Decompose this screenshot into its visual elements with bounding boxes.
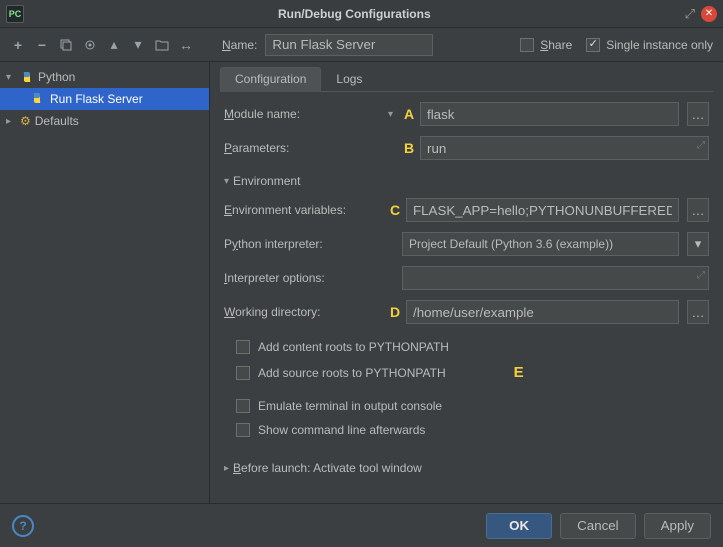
tree-label-run-flask: Run Flask Server (50, 92, 143, 106)
add-source-roots-label: Add source roots to PYTHONPATH (258, 366, 446, 380)
annotation-b: B (402, 140, 416, 156)
annotation-a: A (402, 106, 416, 122)
copy-config-icon[interactable] (58, 37, 74, 53)
module-name-type-dropdown[interactable]: ▾ (388, 109, 398, 120)
tab-logs[interactable]: Logs (321, 67, 377, 92)
environment-section-header[interactable]: ▾ Environment (224, 174, 709, 188)
single-instance-label: Single instance only (606, 38, 713, 52)
tree-node-python[interactable]: Python (0, 66, 209, 88)
annotation-c: C (388, 202, 402, 218)
config-tree: Python Run Flask Server ⚙ Defaults (0, 62, 210, 503)
remove-config-icon[interactable]: − (34, 37, 50, 53)
tree-node-run-flask[interactable]: Run Flask Server (0, 88, 209, 110)
emulate-terminal-checkbox[interactable] (236, 399, 250, 413)
add-content-roots-label: Add content roots to PYTHONPATH (258, 340, 449, 354)
python-interpreter-label: Python interpreter: (224, 237, 398, 251)
config-name-input[interactable] (265, 34, 433, 56)
close-window-icon[interactable]: ✕ (701, 6, 717, 22)
python-interpreter-dropdown-button[interactable]: ▾ (687, 232, 709, 256)
cancel-button[interactable]: Cancel (560, 513, 636, 539)
env-vars-label: Environment variables: (224, 203, 384, 217)
python-icon (20, 70, 34, 84)
help-button[interactable]: ? (12, 515, 34, 537)
app-badge-icon: PC (6, 5, 24, 23)
move-up-icon[interactable]: ▴ (106, 37, 122, 53)
settings-icon[interactable] (82, 37, 98, 53)
name-label: Name: (222, 38, 257, 52)
main-area: Python Run Flask Server ⚙ Defaults Confi… (0, 62, 723, 503)
expand-tree-icon[interactable]: ↔ (178, 37, 194, 53)
interpreter-options-input[interactable] (402, 266, 709, 290)
add-config-icon[interactable]: + (10, 37, 26, 53)
module-name-input[interactable] (420, 102, 679, 126)
toolbar: + − ▴ ▾ ↔ Name: Share Single instance on… (0, 28, 723, 62)
add-content-roots-checkbox[interactable] (236, 340, 250, 354)
parameters-label: Parameters: (224, 141, 384, 155)
emulate-terminal-label: Emulate terminal in output console (258, 399, 442, 413)
module-name-label: Module name: (224, 107, 384, 121)
dialog-footer: ? OK Cancel Apply (0, 503, 723, 547)
folder-icon[interactable] (154, 37, 170, 53)
apply-button[interactable]: Apply (644, 513, 711, 539)
python-interpreter-value: Project Default (Python 3.6 (example)) (409, 237, 613, 251)
config-panel: Configuration Logs Module name: ▾ A … Pa… (210, 62, 723, 503)
gear-icon: ⚙ (20, 114, 31, 128)
working-directory-input[interactable] (406, 300, 679, 324)
working-directory-browse-button[interactable]: … (687, 300, 709, 324)
config-form: Module name: ▾ A … Parameters: B ⤢ ▾ Env… (220, 92, 713, 481)
before-launch-label: Before launch: Activate tool window (233, 461, 422, 475)
tabs: Configuration Logs (220, 66, 713, 92)
env-vars-input[interactable] (406, 198, 679, 222)
tree-node-defaults[interactable]: ⚙ Defaults (0, 110, 209, 132)
tree-label-defaults: Defaults (35, 114, 79, 128)
before-launch-section[interactable]: ▸ Before launch: Activate tool window (224, 461, 709, 475)
python-interpreter-select[interactable]: Project Default (Python 3.6 (example)) (402, 232, 679, 256)
chevron-down-icon: ▾ (224, 176, 229, 187)
restore-window-icon[interactable]: ⤢ (685, 6, 695, 22)
annotation-d: D (388, 304, 402, 320)
environment-label: Environment (233, 174, 300, 188)
show-cmd-afterwards-checkbox[interactable] (236, 423, 250, 437)
python-icon (30, 91, 44, 108)
chevron-right-icon: ▸ (224, 463, 229, 474)
tab-configuration[interactable]: Configuration (220, 67, 321, 92)
tree-label-python: Python (38, 70, 75, 84)
module-name-browse-button[interactable]: … (687, 102, 709, 126)
working-directory-label: Working directory: (224, 305, 384, 319)
show-cmd-afterwards-label: Show command line afterwards (258, 423, 425, 437)
chevron-right-icon[interactable] (6, 116, 16, 127)
share-checkbox[interactable] (520, 38, 534, 52)
add-source-roots-checkbox[interactable] (236, 366, 250, 380)
env-vars-browse-button[interactable]: … (687, 198, 709, 222)
share-label: Share (540, 38, 572, 52)
interpreter-options-label: Interpreter options: (224, 271, 398, 285)
window-titlebar: PC Run/Debug Configurations ⤢ ✕ (0, 0, 723, 28)
single-instance-checkbox[interactable] (586, 38, 600, 52)
move-down-icon[interactable]: ▾ (130, 37, 146, 53)
annotation-e: E (514, 364, 524, 381)
chevron-down-icon[interactable] (6, 72, 16, 83)
ok-button[interactable]: OK (486, 513, 552, 539)
parameters-input[interactable] (420, 136, 709, 160)
window-title: Run/Debug Configurations (24, 7, 685, 21)
